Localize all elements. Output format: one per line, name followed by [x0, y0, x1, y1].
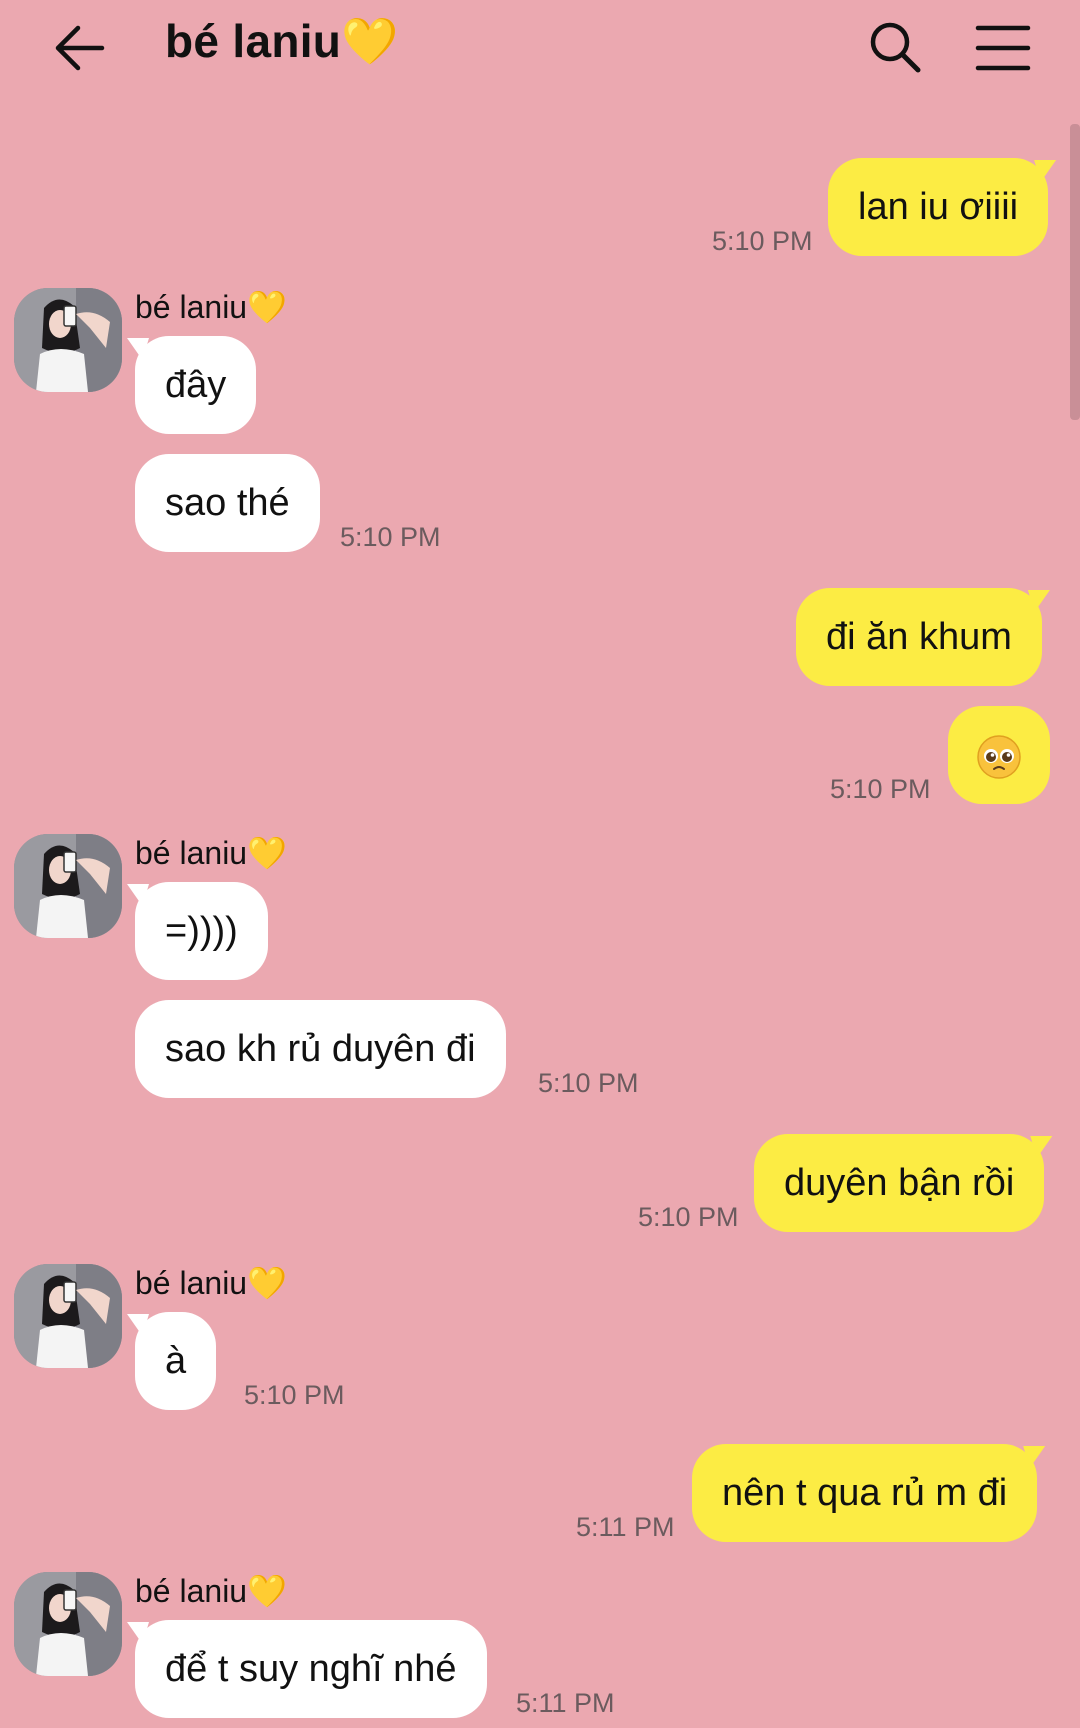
outgoing-message-bubble[interactable]: lan iu ơiiii — [828, 158, 1049, 256]
message-timestamp: 5:10 PM — [712, 226, 813, 256]
outgoing-message-bubble[interactable]: duyên bận rồi — [754, 1134, 1045, 1232]
incoming-message-bubble[interactable]: để t suy nghĩ nhé — [135, 1620, 487, 1718]
message-timestamp: 5:10 PM — [538, 1068, 639, 1098]
outgoing-message-bubble[interactable]: đi ăn khum — [796, 588, 1042, 686]
avatar[interactable] — [14, 1572, 122, 1676]
message-timestamp: 5:11 PM — [516, 1688, 615, 1718]
avatar[interactable] — [14, 288, 122, 392]
sender-name: bé laniu💛 — [135, 1573, 287, 1609]
profile-photo — [14, 288, 122, 392]
message-timestamp: 5:10 PM — [638, 1202, 739, 1232]
incoming-message-bubble[interactable]: sao kh rủ duyên đi — [135, 1000, 506, 1098]
avatar[interactable] — [14, 1264, 122, 1368]
message-timestamp: 5:10 PM — [244, 1380, 345, 1410]
message-timestamp: 5:10 PM — [830, 774, 931, 804]
sender-name: bé laniu💛 — [135, 835, 287, 871]
incoming-message-bubble[interactable]: sao thé — [135, 454, 320, 552]
message-timestamp: 5:11 PM — [576, 1512, 675, 1542]
pleading-face-icon — [977, 735, 1021, 779]
incoming-message-bubble[interactable]: à — [135, 1312, 217, 1410]
sender-name: bé laniu💛 — [135, 289, 287, 325]
profile-photo — [14, 1572, 122, 1676]
message-timestamp: 5:10 PM — [340, 522, 441, 552]
outgoing-message-bubble[interactable]: nên t qua rủ m đi — [692, 1444, 1038, 1542]
avatar[interactable] — [14, 834, 122, 938]
message-list: lan iu ơiiii 5:10 PM bé laniu💛 đây sao t… — [0, 0, 1080, 1728]
sender-name: bé laniu💛 — [135, 1265, 287, 1301]
profile-photo — [14, 834, 122, 938]
incoming-message-bubble[interactable]: đây — [135, 336, 257, 434]
outgoing-emoji-bubble[interactable] — [948, 706, 1050, 804]
incoming-message-bubble[interactable]: =)))) — [135, 882, 268, 980]
profile-photo — [14, 1264, 122, 1368]
